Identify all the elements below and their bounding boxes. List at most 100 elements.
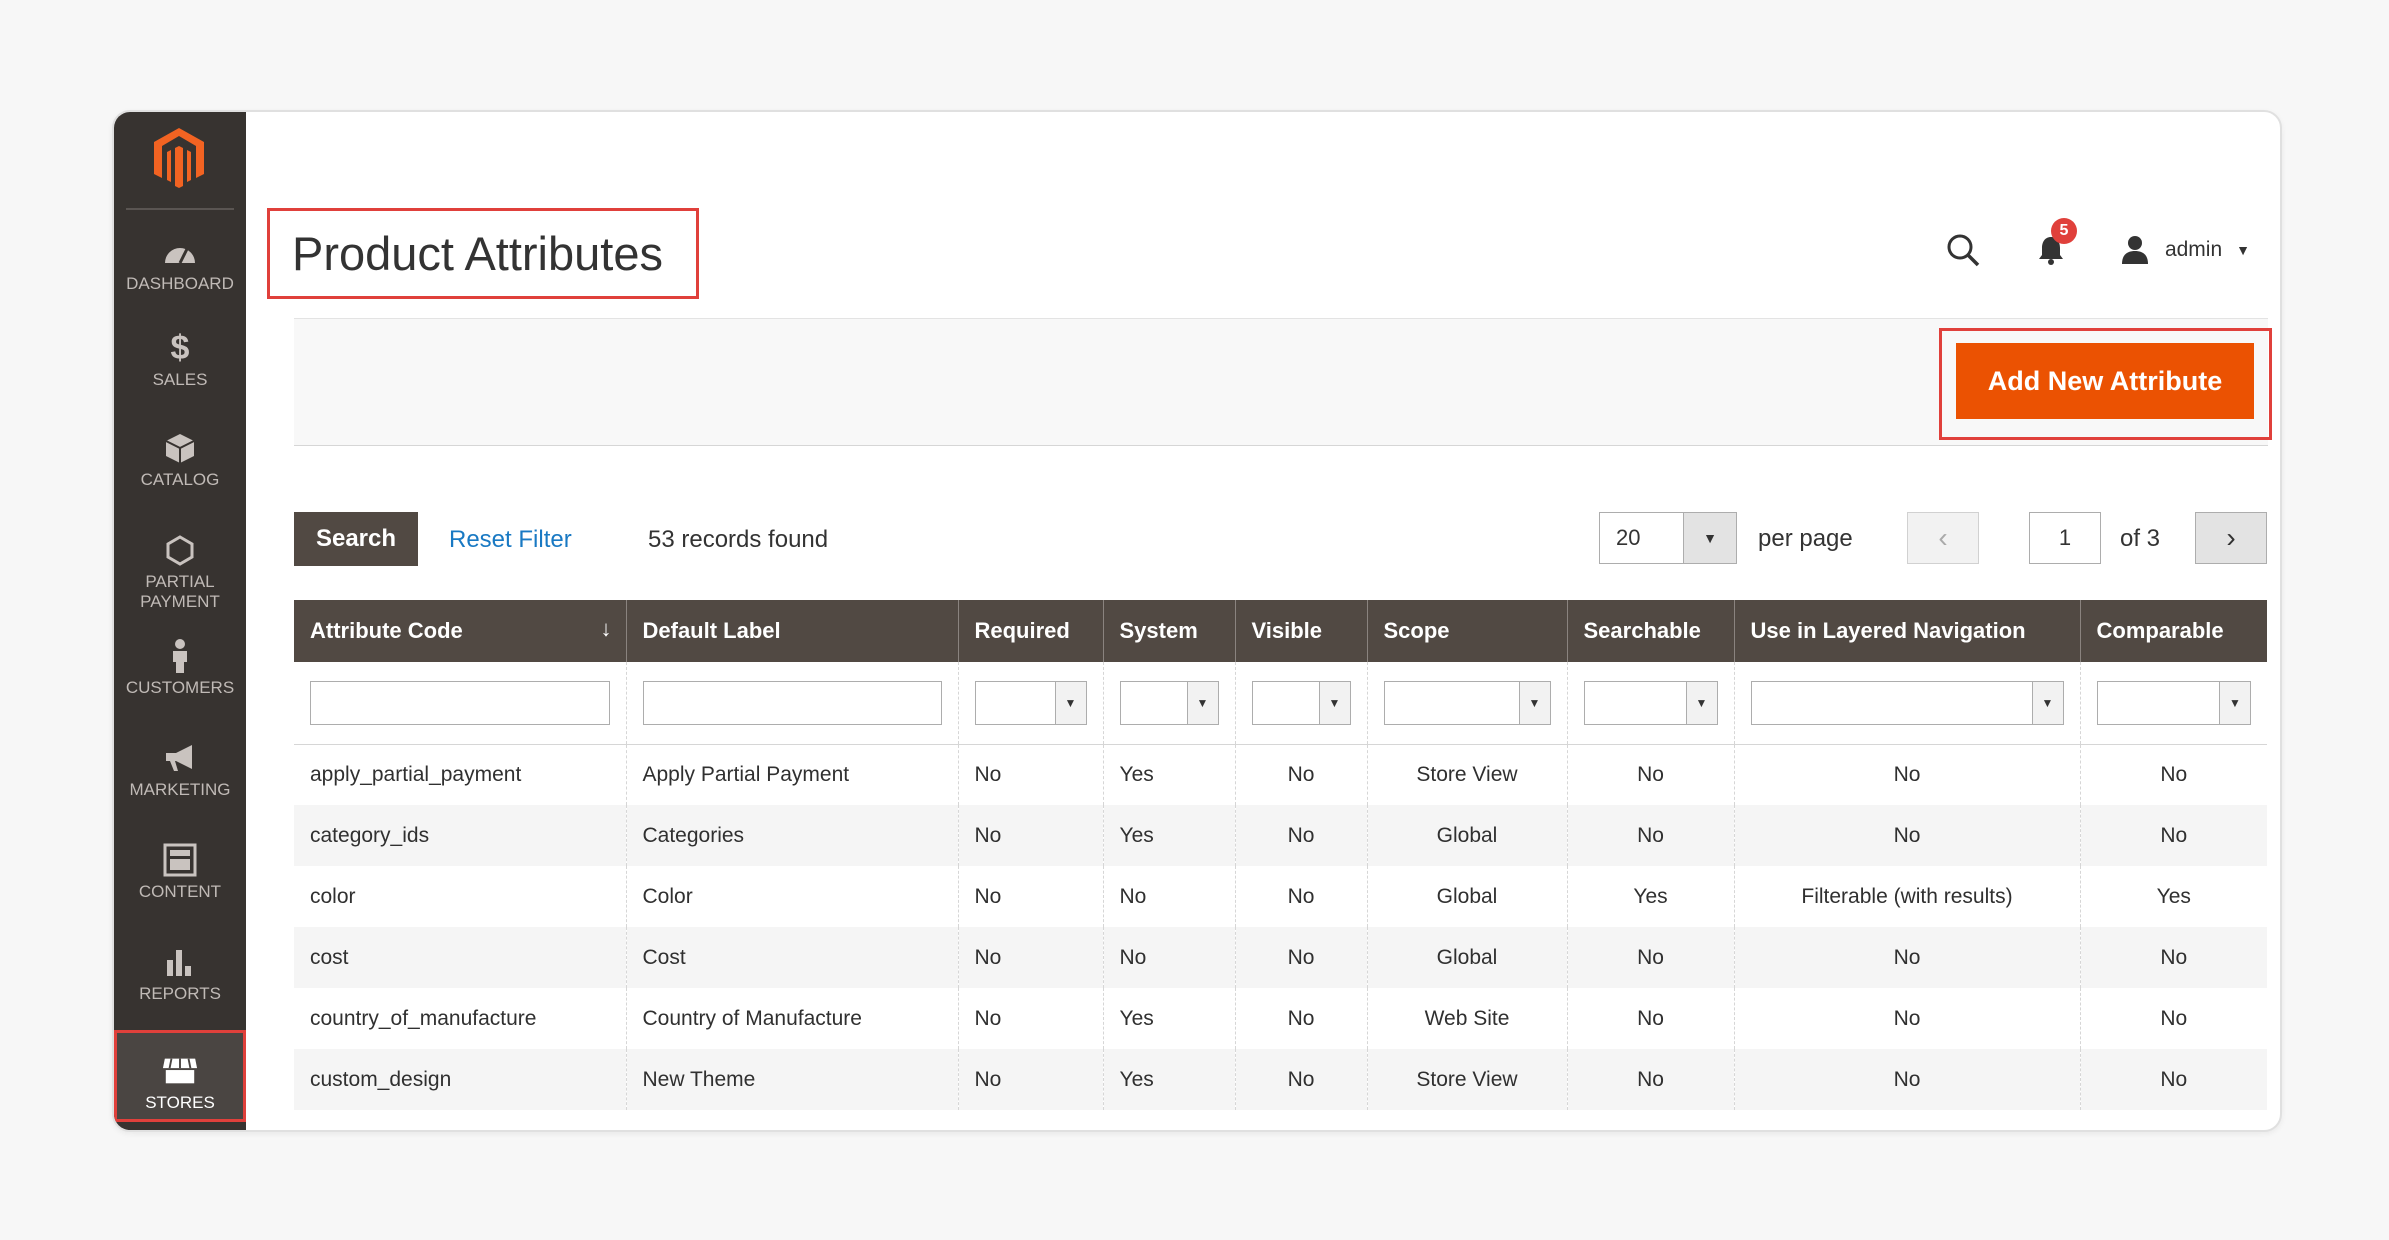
reset-filter-link[interactable]: Reset Filter [449,526,572,554]
table-row[interactable]: country_of_manufacture Country of Manufa… [294,988,2267,1049]
cell-searchable: No [1567,927,1735,988]
cell-default-label: Apply Partial Payment [626,744,959,805]
cell-layered-navigation: Filterable (with results) [1734,866,2081,927]
column-header-scope[interactable]: Scope [1367,600,1568,662]
attribute-code-filter-input[interactable] [310,680,610,725]
sidebar-item-marketing[interactable]: MARKETING [114,740,246,800]
sidebar-item-label: MARKETING [129,780,231,799]
attributes-grid: Attribute Code ↓ Default Label Required S… [294,600,2267,1110]
previous-page-button[interactable]: ‹ [1907,512,1979,564]
cell-comparable: No [2160,1006,2188,1030]
per-page-select[interactable]: 20 ▼ [1599,512,1737,564]
cell-layered-navigation: No [1734,988,2081,1049]
caret-down-icon: ▼ [1054,681,1086,724]
cell-system: No [1103,927,1236,988]
scope-filter-select[interactable]: ▼ [1383,680,1551,725]
sidebar-item-stores[interactable]: STORES [114,1030,246,1122]
cell-system: Yes [1103,988,1236,1049]
sidebar-item-reports[interactable]: REPORTS [114,944,246,1004]
cell-visible: No [1235,744,1368,805]
sidebar-item-content[interactable]: CONTENT [114,842,246,902]
grid-header-row: Attribute Code ↓ Default Label Required S… [294,600,2267,662]
default-label-filter-input[interactable] [642,680,942,725]
cell-comparable: No [2080,805,2267,866]
cell-required: No [958,805,1104,866]
cell-system: No [1103,866,1236,927]
search-button[interactable]: Search [294,512,418,566]
cell-searchable: No [1567,1049,1735,1110]
dollar-icon: $ [170,329,190,367]
sidebar-item-dashboard[interactable]: DASHBOARD [114,234,246,294]
table-row[interactable]: color Color No No No Global Yes Filterab… [294,866,2267,927]
cell-visible: No [1235,805,1368,866]
layered-navigation-filter-select[interactable]: ▼ [1750,680,2064,725]
cell-searchable: No [1567,988,1735,1049]
column-header-visible[interactable]: Visible [1235,600,1368,662]
magento-logo[interactable] [144,120,214,195]
cell-visible: No [1235,988,1368,1049]
sidebar-item-catalog[interactable]: CATALOG [114,430,246,490]
cell-attribute-code: country_of_manufacture [294,988,627,1049]
column-header-default-label[interactable]: Default Label [626,600,959,662]
table-row[interactable]: apply_partial_payment Apply Partial Paym… [294,744,2267,805]
grid-toolbar: Search Reset Filter 53 records found 20 … [294,512,2268,566]
page-title: Product Attributes [292,227,663,280]
cell-searchable: No [1567,805,1735,866]
cell-scope: Web Site [1367,988,1568,1049]
sidebar-item-label: CONTENT [138,882,222,901]
cell-attribute-code: cost [294,927,627,988]
chevron-down-icon: ▼ [2236,242,2250,258]
cell-searchable: Yes [1567,866,1735,927]
cell-comparable: No [2080,927,2267,988]
cell-scope: Global [1367,927,1568,988]
column-header-attribute-code[interactable]: Attribute Code ↓ [294,600,627,662]
notification-count-badge: 5 [2050,218,2077,244]
cell-scope: Global [1367,805,1568,866]
cell-layered-navigation: No [1734,1049,2081,1110]
sidebar-item-sales[interactable]: $ SALES [114,330,246,390]
column-header-layered-navigation[interactable]: Use in Layered Navigation [1734,600,2081,662]
required-filter-select[interactable]: ▼ [974,680,1087,725]
page-number-input[interactable]: 1 [2029,512,2101,564]
cell-layered-navigation: No [1734,805,2081,866]
hexagon-icon [162,532,198,568]
cell-attribute-code: category_ids [294,805,627,866]
cell-layered-navigation: No [1734,927,2081,988]
notifications-button[interactable]: 5 [2033,218,2077,268]
add-new-attribute-button[interactable]: Add New Attribute [1956,343,2254,419]
cell-attribute-code: custom_design [294,1049,627,1110]
next-page-button[interactable]: › [2195,512,2267,564]
search-icon[interactable] [1943,230,1983,270]
column-header-required[interactable]: Required [958,600,1104,662]
cell-scope: Store View [1367,1049,1568,1110]
table-row[interactable]: cost Cost No No No Global No No No [294,927,2267,988]
visible-filter-select[interactable]: ▼ [1251,680,1351,725]
admin-window: DASHBOARD $ SALES CATALOG PARTIAL PAYMEN… [112,110,2282,1132]
cell-visible: No [1235,927,1368,988]
sidebar-item-label: CATALOG [140,470,220,489]
cell-required: No [958,744,1104,805]
sidebar-item-label: PARTIAL PAYMENT [140,572,220,611]
caret-down-icon: ▼ [1186,681,1218,724]
sidebar-item-customers[interactable]: CUSTOMERS [114,638,246,698]
table-row[interactable]: custom_design New Theme No Yes No Store … [294,1049,2267,1110]
column-header-system[interactable]: System [1103,600,1236,662]
table-row[interactable]: category_ids Categories No Yes No Global… [294,805,2267,866]
system-filter-select[interactable]: ▼ [1119,680,1219,725]
caret-down-icon: ▼ [2031,681,2063,724]
cell-visible: No [1235,1049,1368,1110]
admin-username: admin [2164,238,2223,261]
cell-required: No [958,1049,1104,1110]
searchable-filter-select[interactable]: ▼ [1583,680,1718,725]
cell-comparable: No [2080,1049,2267,1110]
admin-user-menu[interactable]: admin ▼ [2119,234,2250,266]
cell-default-label: Color [626,866,959,927]
page-title-highlight: Product Attributes [267,208,699,299]
sidebar-item-partial-payment[interactable]: PARTIAL PAYMENT [114,532,246,612]
cell-scope: Global [1367,866,1568,927]
box-icon [162,430,198,466]
comparable-filter-select[interactable]: ▼ [2096,680,2251,725]
sidebar-item-label: STORES [145,1093,215,1112]
column-header-comparable[interactable]: Comparable [2080,600,2267,662]
column-header-searchable[interactable]: Searchable [1567,600,1735,662]
